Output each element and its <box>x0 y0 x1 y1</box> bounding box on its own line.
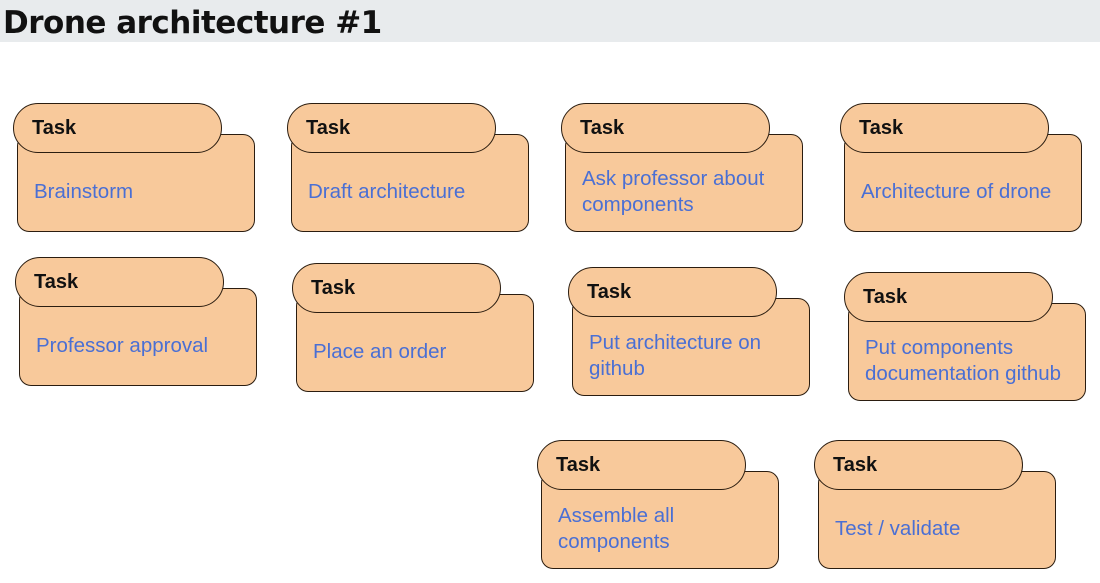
task-card[interactable]: Task Test / validate <box>814 440 1058 573</box>
task-tag-label: Task <box>556 454 601 476</box>
title-bar: Drone architecture #1 <box>0 0 1100 42</box>
task-name: Ask professor about components <box>582 167 765 216</box>
task-tag-label: Task <box>580 117 625 139</box>
task-card[interactable]: Task Put architecture on github <box>568 267 812 400</box>
task-name: Place an order <box>313 340 447 363</box>
task-name: Professor approval <box>36 334 209 357</box>
task-name: Put components documentation github <box>865 336 1062 385</box>
task-card[interactable]: Task Architecture of drone <box>840 103 1084 236</box>
task-card[interactable]: Task Put components documentation github <box>844 272 1088 405</box>
page-title: Drone architecture #1 <box>3 5 382 41</box>
task-tag-label: Task <box>863 286 908 308</box>
task-name: Draft architecture <box>308 180 466 203</box>
task-tag-label: Task <box>859 117 904 139</box>
task-tag-label: Task <box>311 277 356 299</box>
task-card[interactable]: Task Draft architecture <box>287 103 531 236</box>
task-name: Put architecture on github <box>589 331 762 380</box>
task-card[interactable]: Task Place an order <box>292 263 536 396</box>
task-name: Test / validate <box>835 517 961 540</box>
task-name: Brainstorm <box>34 180 134 203</box>
task-tag-label: Task <box>833 454 878 476</box>
task-tag-label: Task <box>587 281 632 303</box>
task-tag-label: Task <box>34 271 79 293</box>
task-card[interactable]: Task Brainstorm <box>13 103 257 236</box>
task-name: Architecture of drone <box>861 180 1052 203</box>
task-card[interactable]: Task Assemble all components <box>537 440 781 573</box>
task-tag-label: Task <box>306 117 351 139</box>
task-card[interactable]: Task Ask professor about components <box>561 103 805 236</box>
task-tag-label: Task <box>32 117 77 139</box>
task-name: Assemble all components <box>558 504 675 553</box>
task-card[interactable]: Task Professor approval <box>15 257 259 390</box>
